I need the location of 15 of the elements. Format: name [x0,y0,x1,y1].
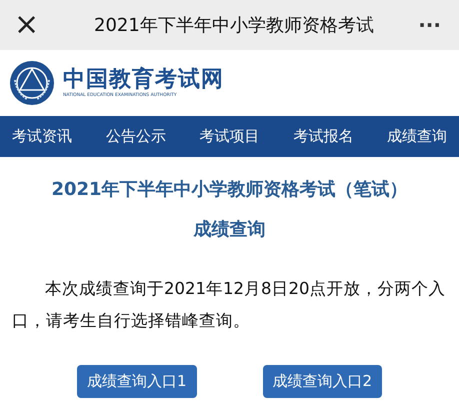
query-entry-button[interactable]: 成绩查询入口1 [76,365,196,398]
emblem-icon [9,60,55,106]
page-heading: 成绩查询 [192,218,266,241]
nav-item[interactable]: 考试项目 [200,127,260,146]
more-icon[interactable]: ··· [418,13,441,37]
query-entry-button[interactable]: 成绩查询入口2 [262,365,382,398]
nav-item[interactable]: 公告公示 [106,127,166,146]
window-title: 2021年下半年中小学教师资格考试 [93,14,375,37]
nav-item[interactable]: 考试报名 [293,127,354,146]
site-logo-name: 中国教育考试网 [63,68,224,92]
notice-text: 本次成绩查询于2021年12月8日20点开放，分两个入口，请考生自行选择错峰查询。 [11,278,446,332]
close-icon[interactable]: × [14,10,54,40]
nav-item[interactable]: 成绩查询 [387,127,447,146]
page-heading: 2021年下半年中小学教师资格考试（笔试） [50,178,409,201]
nav-item[interactable]: 考试资讯 [12,127,72,146]
